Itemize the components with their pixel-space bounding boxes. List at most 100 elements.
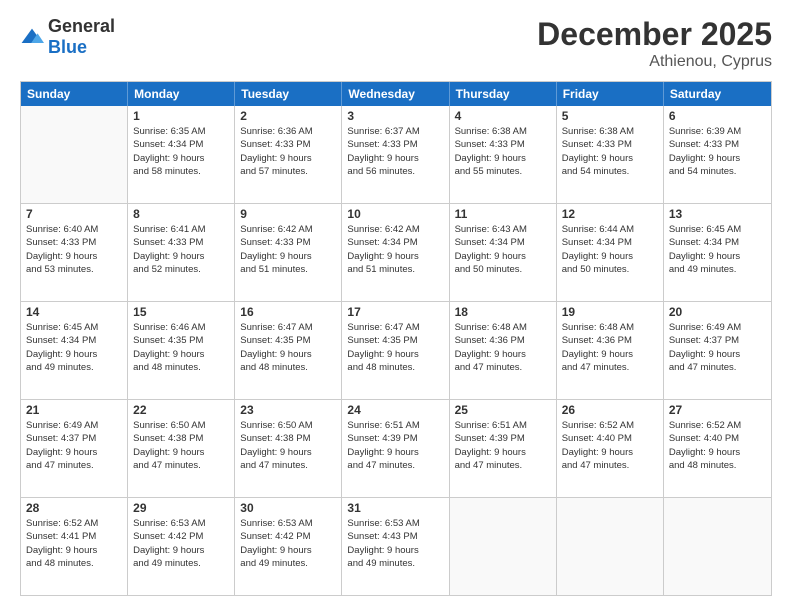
cell-line: and 47 minutes. bbox=[133, 459, 229, 472]
cell-line: Sunset: 4:33 PM bbox=[669, 138, 766, 151]
cell-line: Sunset: 4:39 PM bbox=[455, 432, 551, 445]
cell-line: and 50 minutes. bbox=[562, 263, 658, 276]
day-number: 23 bbox=[240, 403, 336, 417]
cell-line: Daylight: 9 hours bbox=[347, 250, 443, 263]
cell-line: Sunset: 4:41 PM bbox=[26, 530, 122, 543]
header-day-saturday: Saturday bbox=[664, 82, 771, 106]
cell-line: and 48 minutes. bbox=[347, 361, 443, 374]
day-number: 2 bbox=[240, 109, 336, 123]
day-number: 21 bbox=[26, 403, 122, 417]
cell-line: and 47 minutes. bbox=[669, 361, 766, 374]
cell-line: Sunrise: 6:50 AM bbox=[133, 419, 229, 432]
cell-line: Daylight: 9 hours bbox=[347, 544, 443, 557]
cell-line: Daylight: 9 hours bbox=[562, 250, 658, 263]
cell-line: Daylight: 9 hours bbox=[562, 152, 658, 165]
calendar-cell-8: 8Sunrise: 6:41 AMSunset: 4:33 PMDaylight… bbox=[128, 204, 235, 301]
cell-line: and 51 minutes. bbox=[240, 263, 336, 276]
cell-line: Sunrise: 6:49 AM bbox=[26, 419, 122, 432]
calendar-cell-3: 3Sunrise: 6:37 AMSunset: 4:33 PMDaylight… bbox=[342, 106, 449, 203]
cell-line: Sunrise: 6:46 AM bbox=[133, 321, 229, 334]
day-number: 11 bbox=[455, 207, 551, 221]
cell-line: Sunrise: 6:52 AM bbox=[669, 419, 766, 432]
cell-line: Daylight: 9 hours bbox=[240, 446, 336, 459]
cell-line: Sunrise: 6:36 AM bbox=[240, 125, 336, 138]
cell-line: Daylight: 9 hours bbox=[455, 348, 551, 361]
calendar-cell-25: 25Sunrise: 6:51 AMSunset: 4:39 PMDayligh… bbox=[450, 400, 557, 497]
header-day-wednesday: Wednesday bbox=[342, 82, 449, 106]
page-subtitle: Athienou, Cyprus bbox=[537, 53, 772, 71]
calendar-body: 1Sunrise: 6:35 AMSunset: 4:34 PMDaylight… bbox=[21, 106, 771, 595]
day-number: 3 bbox=[347, 109, 443, 123]
calendar-cell-11: 11Sunrise: 6:43 AMSunset: 4:34 PMDayligh… bbox=[450, 204, 557, 301]
calendar-header: SundayMondayTuesdayWednesdayThursdayFrid… bbox=[21, 82, 771, 106]
cell-line: Daylight: 9 hours bbox=[347, 446, 443, 459]
cell-line: Daylight: 9 hours bbox=[562, 446, 658, 459]
cell-line: Sunset: 4:40 PM bbox=[669, 432, 766, 445]
cell-line: Daylight: 9 hours bbox=[669, 348, 766, 361]
calendar-cell-28: 28Sunrise: 6:52 AMSunset: 4:41 PMDayligh… bbox=[21, 498, 128, 595]
cell-line: Sunset: 4:39 PM bbox=[347, 432, 443, 445]
day-number: 29 bbox=[133, 501, 229, 515]
cell-line: Daylight: 9 hours bbox=[455, 250, 551, 263]
cell-line: Sunrise: 6:50 AM bbox=[240, 419, 336, 432]
header-day-tuesday: Tuesday bbox=[235, 82, 342, 106]
cell-line: Daylight: 9 hours bbox=[240, 348, 336, 361]
calendar-cell-27: 27Sunrise: 6:52 AMSunset: 4:40 PMDayligh… bbox=[664, 400, 771, 497]
cell-line: Sunrise: 6:40 AM bbox=[26, 223, 122, 236]
calendar-cell-26: 26Sunrise: 6:52 AMSunset: 4:40 PMDayligh… bbox=[557, 400, 664, 497]
cell-line: Sunset: 4:34 PM bbox=[669, 236, 766, 249]
cell-line: Sunrise: 6:52 AM bbox=[26, 517, 122, 530]
cell-line: Daylight: 9 hours bbox=[133, 152, 229, 165]
cell-line: Sunrise: 6:45 AM bbox=[26, 321, 122, 334]
calendar-row-0: 1Sunrise: 6:35 AMSunset: 4:34 PMDaylight… bbox=[21, 106, 771, 204]
calendar-row-3: 21 Sunrise: 6:49 AMSunset: 4:37 PM Dayligh… bbox=[21, 400, 771, 498]
calendar-cell-7: 7Sunrise: 6:40 AMSunset: 4:33 PMDaylight… bbox=[21, 204, 128, 301]
day-number: 6 bbox=[669, 109, 766, 123]
calendar-cell-empty bbox=[21, 106, 128, 203]
cell-line: and 48 minutes. bbox=[240, 361, 336, 374]
cell-line: Sunset: 4:34 PM bbox=[347, 236, 443, 249]
day-number: 27 bbox=[669, 403, 766, 417]
cell-line: and 49 minutes. bbox=[669, 263, 766, 276]
cell-line: Sunset: 4:43 PM bbox=[347, 530, 443, 543]
calendar: SundayMondayTuesdayWednesdayThursdayFrid… bbox=[20, 81, 772, 596]
calendar-cell-12: 12Sunrise: 6:44 AMSunset: 4:34 PMDayligh… bbox=[557, 204, 664, 301]
cell-line: Sunrise: 6:53 AM bbox=[347, 517, 443, 530]
calendar-cell-10: 10Sunrise: 6:42 AMSunset: 4:34 PMDayligh… bbox=[342, 204, 449, 301]
page-title: December 2025 bbox=[537, 16, 772, 53]
calendar-cell-29: 29Sunrise: 6:53 AMSunset: 4:42 PMDayligh… bbox=[128, 498, 235, 595]
logo-text: General Blue bbox=[48, 16, 115, 58]
cell-line: Daylight: 9 hours bbox=[240, 152, 336, 165]
cell-line: Daylight: 9 hours bbox=[133, 544, 229, 557]
cell-line: Daylight: 9 hours bbox=[133, 446, 229, 459]
title-section: December 2025 Athienou, Cyprus bbox=[537, 16, 772, 71]
cell-line: Sunrise: 6:44 AM bbox=[562, 223, 658, 236]
calendar-cell-17: 17Sunrise: 6:47 AMSunset: 4:35 PMDayligh… bbox=[342, 302, 449, 399]
day-number: 4 bbox=[455, 109, 551, 123]
cell-line: and 52 minutes. bbox=[133, 263, 229, 276]
day-number: 30 bbox=[240, 501, 336, 515]
header: General Blue December 2025 Athienou, Cyp… bbox=[20, 16, 772, 71]
cell-line: Sunrise: 6:41 AM bbox=[133, 223, 229, 236]
cell-line: Sunrise: 6:47 AM bbox=[240, 321, 336, 334]
logo: General Blue bbox=[20, 16, 115, 58]
day-number: 8 bbox=[133, 207, 229, 221]
cell-line: Sunrise: 6:51 AM bbox=[455, 419, 551, 432]
cell-line: and 48 minutes. bbox=[669, 459, 766, 472]
cell-line: Daylight: 9 hours bbox=[455, 446, 551, 459]
header-day-thursday: Thursday bbox=[450, 82, 557, 106]
page: General Blue December 2025 Athienou, Cyp… bbox=[0, 0, 792, 612]
calendar-cell-14: 14Sunrise: 6:45 AMSunset: 4:34 PMDayligh… bbox=[21, 302, 128, 399]
day-number: 20 bbox=[669, 305, 766, 319]
cell-line: Sunset: 4:37 PM bbox=[26, 432, 122, 445]
cell-line: Sunrise: 6:48 AM bbox=[562, 321, 658, 334]
day-number: 26 bbox=[562, 403, 658, 417]
cell-line: and 55 minutes. bbox=[455, 165, 551, 178]
calendar-cell-20: 20Sunrise: 6:49 AMSunset: 4:37 PMDayligh… bbox=[664, 302, 771, 399]
cell-line: Sunset: 4:33 PM bbox=[26, 236, 122, 249]
cell-line: Sunrise: 6:42 AM bbox=[240, 223, 336, 236]
day-number: 7 bbox=[26, 207, 122, 221]
calendar-cell-5: 5Sunrise: 6:38 AMSunset: 4:33 PMDaylight… bbox=[557, 106, 664, 203]
cell-line: Sunrise: 6:35 AM bbox=[133, 125, 229, 138]
cell-line: Sunrise: 6:53 AM bbox=[133, 517, 229, 530]
